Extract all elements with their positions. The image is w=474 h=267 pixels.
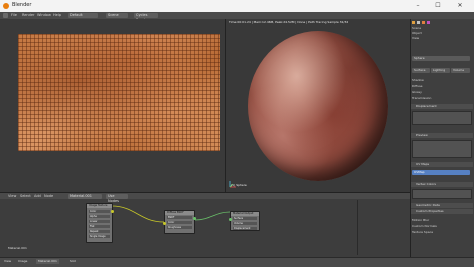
output-socket-icon[interactable]: [193, 217, 196, 220]
node-field: Displacement: [233, 227, 257, 230]
material-slot-list[interactable]: Sphere: [412, 56, 470, 61]
node-field[interactable]: Repeat: [89, 230, 110, 233]
section-custom-properties[interactable]: Custom Properties: [411, 209, 473, 214]
preview-box: [412, 140, 472, 158]
scene-dropdown[interactable]: Scene: [106, 13, 128, 18]
label-custom-normals: Custom Normals: [412, 224, 437, 228]
tab-lighting[interactable]: Lighting: [431, 68, 450, 73]
label-glossy: Glossy: [412, 90, 422, 94]
node-field: Volume: [233, 222, 257, 225]
window-title: Blender: [12, 2, 32, 8]
tab-volume[interactable]: Volume: [451, 68, 470, 73]
input-socket-icon[interactable]: [229, 218, 232, 221]
output-socket-icon[interactable]: [111, 210, 114, 213]
label-texture-space: Texture Space: [412, 230, 434, 234]
displacement-box: [412, 111, 472, 125]
close-button[interactable]: ✕: [452, 0, 468, 12]
section-geometry-data[interactable]: Geometric Data: [411, 203, 473, 208]
node-field[interactable]: Alpha: [89, 215, 110, 218]
scene-tab-icon[interactable]: [417, 21, 420, 24]
node-footer-label: Material.001: [8, 246, 27, 250]
screen-layout-dropdown[interactable]: Default: [68, 13, 98, 18]
node-field[interactable]: Flat: [89, 225, 110, 228]
menu-help[interactable]: Help: [53, 13, 61, 18]
title-bar: Blender – ☐ ✕: [0, 0, 474, 12]
render-info-text: Time:00:01.24 | Mem:12.46M, Peak:24.52M …: [229, 20, 349, 24]
output-node-title: Material Output: [231, 212, 259, 216]
menu-file[interactable]: File: [11, 13, 17, 18]
section-uv-maps[interactable]: UV Maps: [411, 162, 473, 167]
render-tab-icon[interactable]: [412, 21, 415, 24]
node-field: BSDF: [167, 216, 192, 219]
section-displacement[interactable]: Displacement: [411, 104, 473, 109]
editor-type-icon[interactable]: [3, 13, 8, 18]
diffuse-node-title: Diffuse BSDF: [165, 211, 194, 215]
status-material[interactable]: Material.001: [36, 259, 59, 264]
label-shadow: Shadow: [412, 78, 424, 82]
material-output-node[interactable]: Material Output Surface Volume Displacem…: [229, 211, 260, 231]
image-texture-node-title: Image Texture: [87, 204, 112, 208]
blender-logo-icon: [3, 3, 9, 9]
status-view[interactable]: View: [4, 259, 11, 264]
diffuse-bsdf-node[interactable]: Diffuse BSDF BSDF Color Roughness: [163, 210, 196, 234]
node-field[interactable]: Linear: [89, 220, 110, 223]
maximize-button[interactable]: ☐: [430, 0, 446, 12]
node-field: Surface: [233, 217, 257, 220]
label-motion-blur: Motion Blur: [412, 218, 430, 222]
image-texture-node[interactable]: Image Texture Color Alpha Linear Flat Re…: [86, 203, 114, 243]
vertex-colors-list: [412, 189, 472, 199]
material-tab-icon[interactable]: [427, 21, 430, 24]
uv-map-item[interactable]: UVMap: [412, 170, 470, 175]
texture-image: [18, 34, 220, 151]
section-preview[interactable]: Preview: [411, 133, 473, 138]
render-engine-dropdown[interactable]: Cycles Render: [134, 13, 158, 22]
divider: [357, 200, 358, 255]
status-image[interactable]: Image: [18, 259, 27, 264]
rendered-sphere: [248, 31, 388, 181]
node-field[interactable]: Color: [167, 221, 192, 224]
viewport-object-label: (1) Sphere: [231, 183, 247, 187]
status-slot[interactable]: Slot: [70, 259, 76, 264]
section-vertex-colors[interactable]: Vertex Colors: [411, 182, 473, 187]
menu-window[interactable]: Window: [37, 13, 51, 18]
menu-render[interactable]: Render: [22, 13, 34, 18]
input-socket-icon[interactable]: [163, 222, 166, 225]
tab-surface[interactable]: Surface: [412, 68, 430, 73]
panel-row-view[interactable]: View: [412, 36, 419, 41]
label-diffuse: Diffuse: [412, 84, 423, 88]
object-tab-icon[interactable]: [422, 21, 425, 24]
node-field[interactable]: Color: [89, 210, 110, 213]
node-links: [111, 205, 231, 223]
node-field[interactable]: Single Image: [89, 235, 110, 238]
node-field[interactable]: Roughness: [167, 226, 192, 229]
minimize-button[interactable]: –: [410, 0, 426, 12]
label-transmission: Transmission: [412, 96, 432, 100]
